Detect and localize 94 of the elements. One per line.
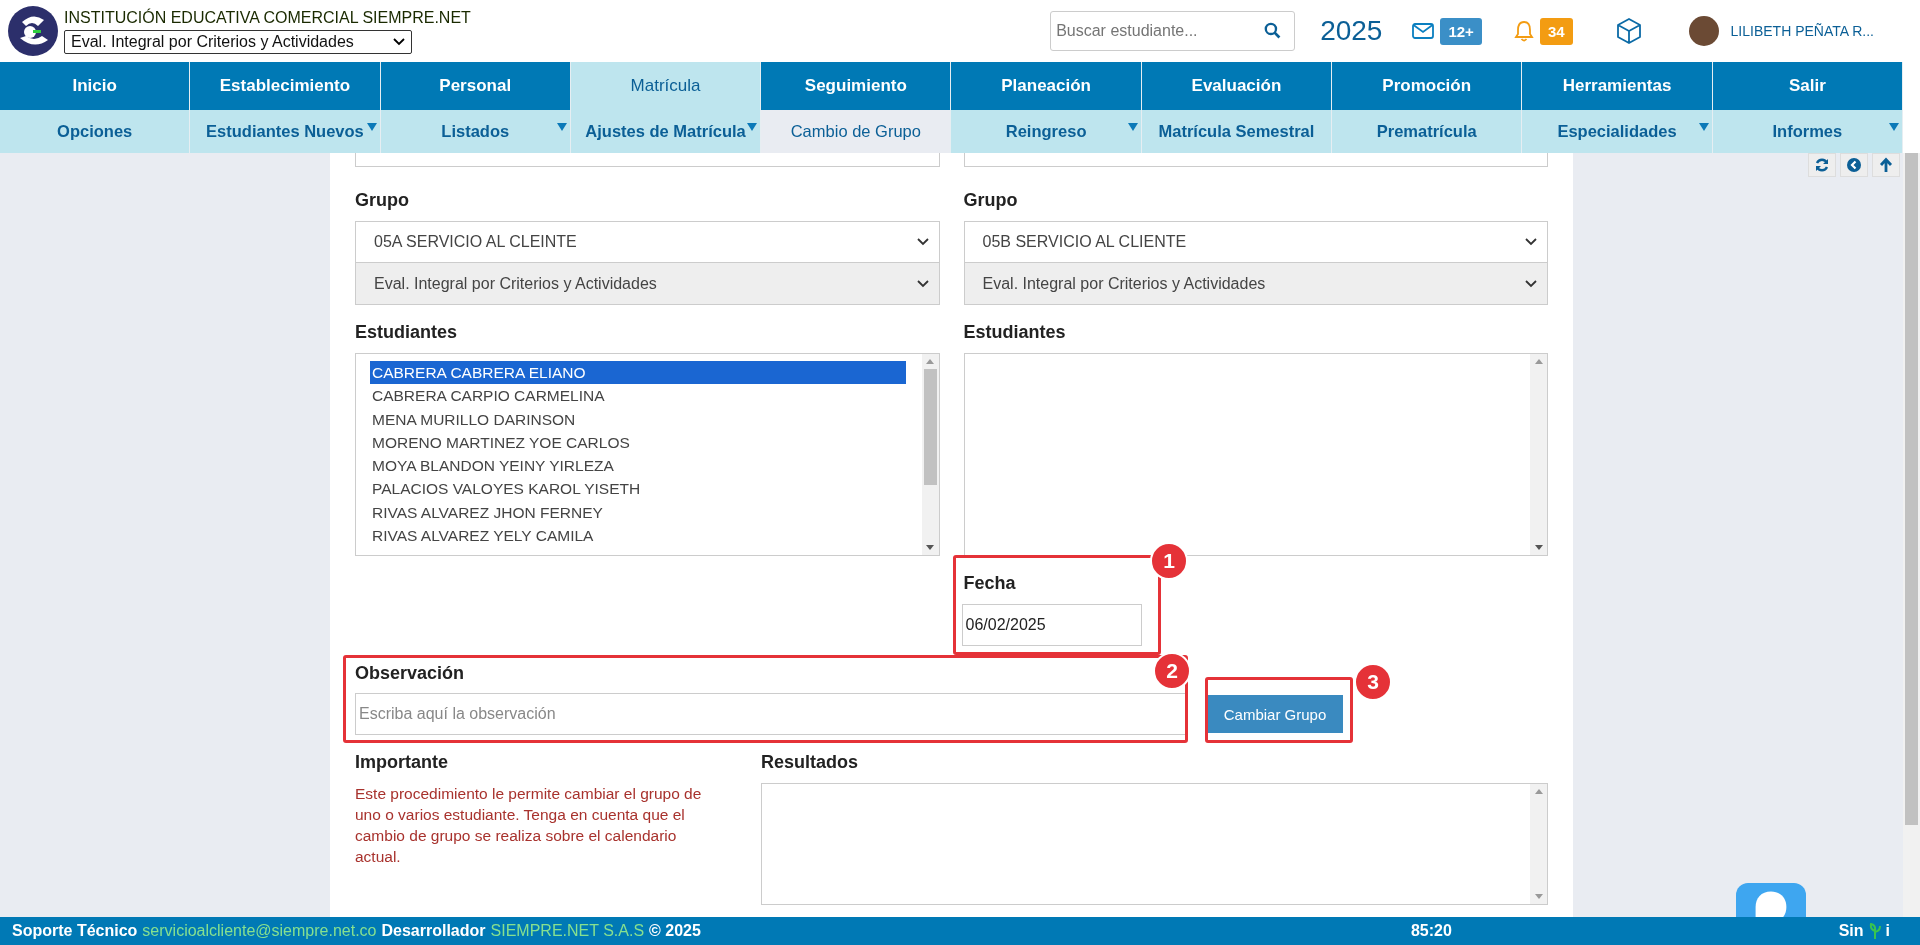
date-field[interactable]: 06/02/2025 xyxy=(961,604,1142,646)
dropdown-triangle-icon xyxy=(366,123,377,131)
main-menu-tab[interactable]: Seguimiento xyxy=(761,62,952,110)
copyright-text: © 2025 xyxy=(649,922,701,940)
main-menu-tab[interactable]: Establecimiento xyxy=(190,62,381,110)
cube-icon[interactable] xyxy=(1614,17,1643,45)
student-option[interactable]: CABRERA CABRERA ELIANO xyxy=(370,361,906,385)
chevron-down-icon xyxy=(1525,238,1537,246)
envelope-icon[interactable] xyxy=(1412,23,1435,39)
footer-logo-text: i xyxy=(1885,922,1890,940)
developer-label: Desarrollador xyxy=(381,922,486,940)
session-timer: 85:20 xyxy=(1410,922,1452,940)
main-menu-tab[interactable]: Personal xyxy=(380,62,571,110)
scroll-up-arrow-icon[interactable] xyxy=(926,359,934,364)
dropdown-triangle-icon xyxy=(1698,123,1709,131)
scroll-up-arrow-icon[interactable] xyxy=(1534,359,1543,364)
field-label: Grupo xyxy=(355,189,410,211)
main-menu-tab[interactable]: Salir xyxy=(1712,62,1903,110)
important-note: Este procedimiento le permite cambiar el grupo de uno o varios estudiante. Tenga en cuenta que el cambio de grupo se realiza sobre el calendario actual. xyxy=(355,784,703,867)
field-label: Estudiantes xyxy=(963,321,1067,343)
submenu-tab[interactable]: Informes xyxy=(1712,110,1903,153)
calendar-select[interactable]: Eval. Integral por Criterios y Actividades xyxy=(963,263,1548,305)
submenu-tab[interactable]: Ajustes de Matrícula xyxy=(570,110,762,153)
submenu-tab[interactable]: Opciones xyxy=(0,110,191,153)
user-avatar[interactable] xyxy=(1688,16,1719,46)
institution-name: INSTITUCIÓN EDUCATIVA COMERCIAL SIEMPRE.NET xyxy=(64,8,471,27)
student-option[interactable]: MOYA BLANDON YEINY YIRLEZA xyxy=(370,454,906,478)
group-select[interactable]: 05A SERVICIO AL CLEINTE xyxy=(355,221,940,263)
chevron-down-icon xyxy=(393,37,405,46)
scrollbar[interactable] xyxy=(1530,784,1547,904)
student-option[interactable]: RIVAS ALVAREZ JHON FERNEY xyxy=(370,500,906,525)
change-group-button[interactable]: Cambiar Grupo xyxy=(1207,695,1343,733)
chevron-down-icon xyxy=(916,238,929,246)
student-option[interactable]: PALACIOS VALOYES KAROL YISETH xyxy=(370,477,906,501)
school-logo-icon xyxy=(8,6,58,56)
submenu-tab[interactable]: Especialidades xyxy=(1522,110,1713,153)
students-listbox[interactable] xyxy=(355,353,940,556)
field-label: Importante xyxy=(355,751,449,773)
chat-button[interactable] xyxy=(1736,883,1806,917)
back-icon[interactable] xyxy=(1840,153,1868,177)
refresh-icon[interactable] xyxy=(1808,153,1836,177)
developer-link[interactable]: SIEMPRE.NET S.A.S xyxy=(490,922,645,940)
dropdown-triangle-icon xyxy=(747,123,758,131)
submenu-tab[interactable]: Reingreso xyxy=(951,110,1142,153)
message-count-badge: 12+ xyxy=(1440,17,1482,45)
page-scrollbar[interactable] xyxy=(1903,153,1920,917)
dropdown-triangle-icon xyxy=(1888,123,1899,131)
search-icon[interactable] xyxy=(1264,22,1282,39)
support-email-link[interactable]: servicioalcliente@siempre.net.co xyxy=(142,922,377,940)
student-option[interactable]: RIVAS ALVAREZ YELY CAMILA xyxy=(370,524,906,548)
user-name[interactable]: LILIBETH PEÑATA R... xyxy=(1730,23,1874,39)
footer-logo-text: Sin xyxy=(1838,922,1864,940)
support-label: Soporte Técnico xyxy=(12,922,138,940)
bell-icon[interactable] xyxy=(1513,20,1534,42)
calendar-dropdown[interactable]: Eval. Integral por Criterios y Actividades xyxy=(64,29,412,54)
main-menu-tab[interactable]: Promoción xyxy=(1332,62,1523,110)
notification-count-badge: 34 xyxy=(1539,17,1573,45)
dropdown-triangle-icon xyxy=(556,123,567,131)
year-label: 2025 xyxy=(1320,15,1383,47)
scroll-down-arrow-icon[interactable] xyxy=(926,545,934,550)
group-select[interactable]: 05B SERVICIO AL CLIENTE xyxy=(963,221,1548,263)
chevron-down-icon xyxy=(1525,279,1537,288)
field-label: Estudiantes xyxy=(355,321,459,343)
submenu-tab[interactable]: Listados xyxy=(380,110,571,153)
field-label: Fecha xyxy=(963,572,1017,594)
observation-field[interactable]: Escriba aquí la observación xyxy=(355,693,1186,735)
student-option[interactable]: CABRERA CARPIO CARMELINA xyxy=(370,384,906,408)
step-number-badge: 1 xyxy=(1150,542,1188,580)
leaf-icon xyxy=(1868,923,1881,939)
main-menu-tab[interactable]: Herramientas xyxy=(1522,62,1713,110)
submenu-tab[interactable]: Matrícula Semestral xyxy=(1141,110,1333,153)
step-number-badge: 3 xyxy=(1354,663,1392,701)
calendar-select[interactable]: Eval. Integral por Criterios y Actividades xyxy=(355,263,940,305)
chevron-down-icon xyxy=(916,279,929,288)
arrow-up-icon[interactable] xyxy=(1872,153,1900,177)
scroll-up-arrow-icon[interactable] xyxy=(1534,789,1543,794)
submenu-tab[interactable]: Cambio de Grupo xyxy=(761,110,952,153)
field-label: Grupo xyxy=(963,189,1019,211)
dropdown-triangle-icon xyxy=(1127,123,1138,131)
student-option[interactable]: MORENO MARTINEZ YOE CARLOS xyxy=(370,430,906,455)
main-menu-tab[interactable]: Evaluación xyxy=(1141,62,1333,110)
submenu-tab[interactable]: Prematrícula xyxy=(1332,110,1523,153)
field-label: Resultados xyxy=(761,751,860,773)
step-number-badge: 2 xyxy=(1153,652,1191,690)
student-search-field[interactable]: Buscar estudiante... xyxy=(1050,11,1296,51)
field-label: Observación xyxy=(355,662,465,684)
main-menu-tab[interactable]: Matrícula xyxy=(570,62,762,110)
scrollbar[interactable] xyxy=(1530,354,1547,555)
main-menu-tab[interactable]: Planeación xyxy=(951,62,1142,110)
student-option[interactable]: MENA MURILLO DARINSON xyxy=(370,407,906,431)
main-menu-tab[interactable]: Inicio xyxy=(0,62,191,110)
scrollbar[interactable] xyxy=(921,354,939,555)
submenu-tab[interactable]: Estudiantes Nuevos xyxy=(190,110,381,153)
scroll-down-arrow-icon[interactable] xyxy=(1534,545,1543,550)
